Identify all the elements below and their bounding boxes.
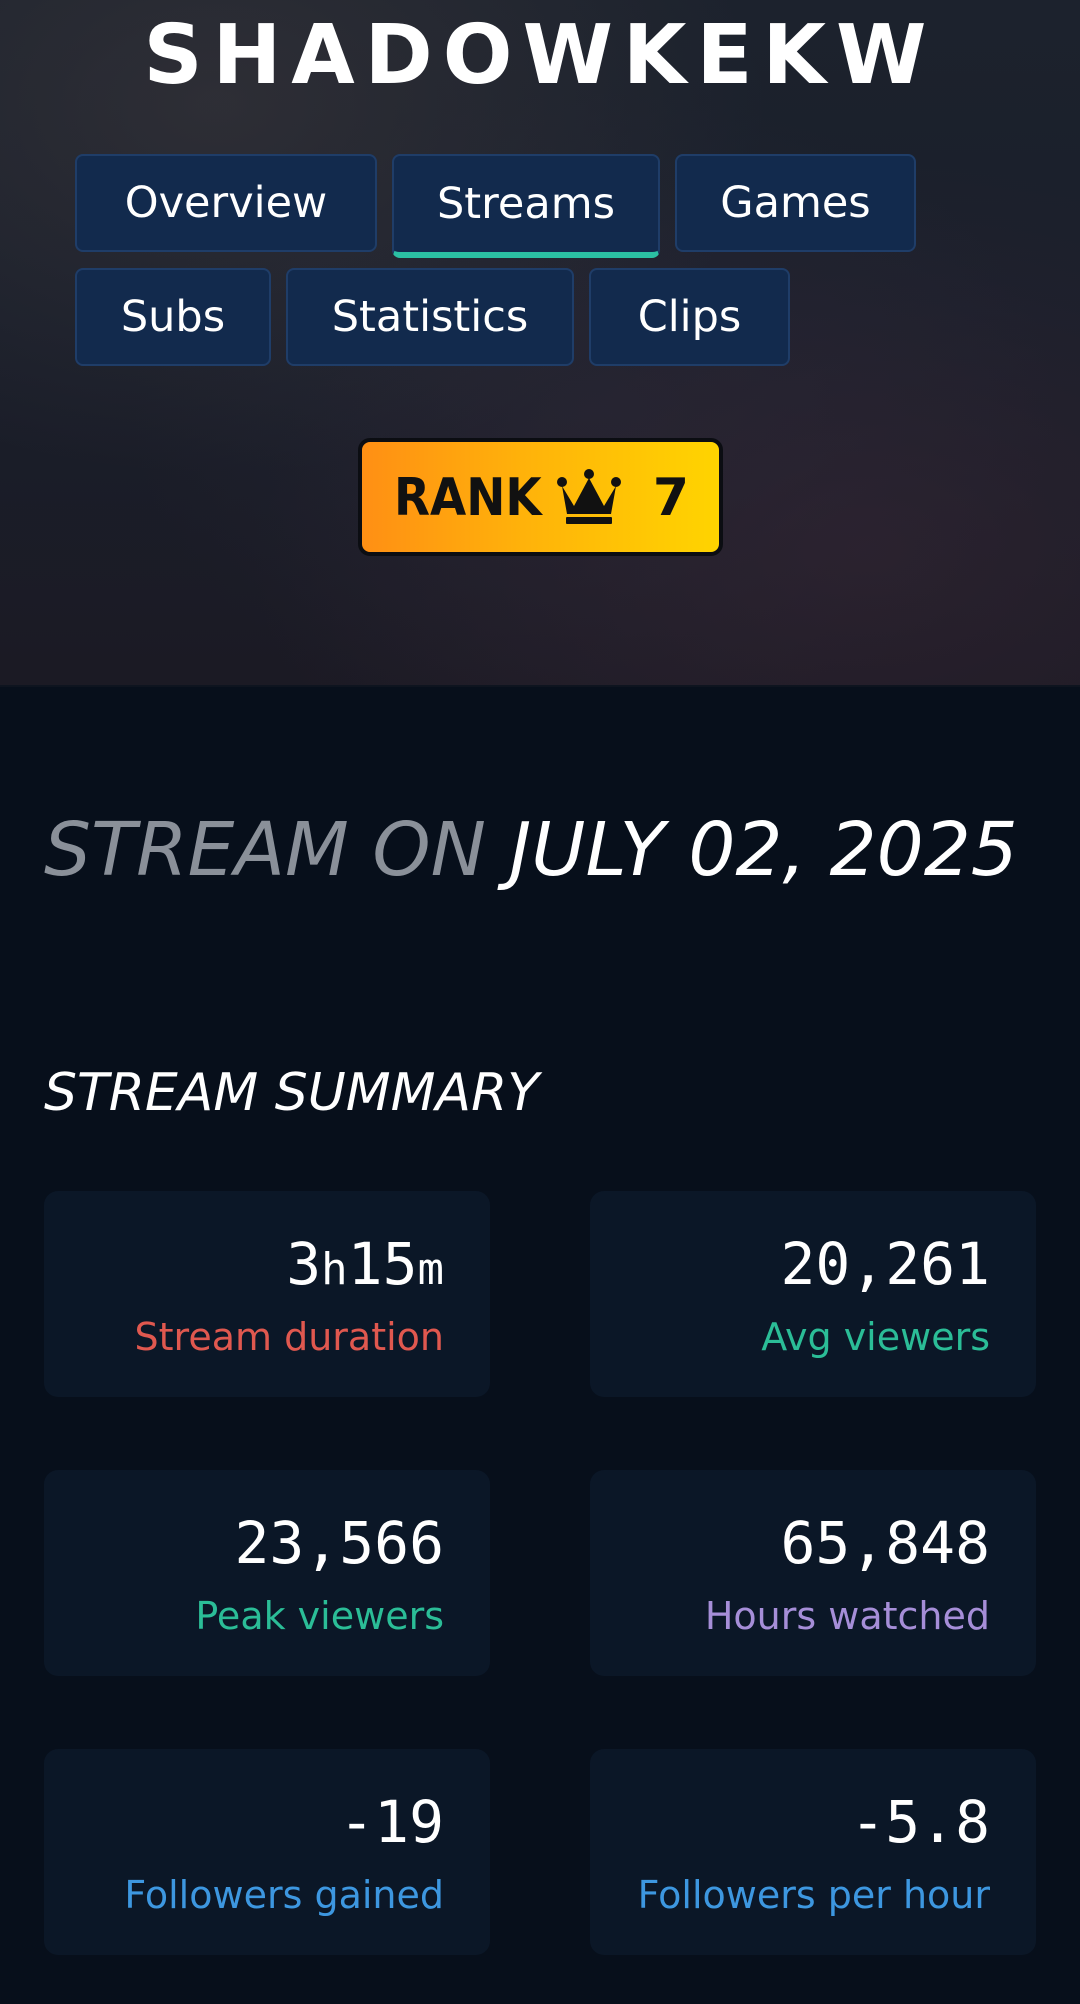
stat-card-hours-watched: 65,848 Hours watched [590,1470,1036,1676]
rank-value: 7 [652,468,689,528]
channel-name: SHADOWKEKW [143,8,937,103]
duration-minutes: 15 [347,1230,418,1298]
stat-label: Avg viewers [761,1315,990,1359]
stat-label: Followers gained [124,1873,444,1917]
stat-value: 20,261 [780,1230,990,1298]
tab-overview[interactable]: Overview [75,154,377,252]
stat-card-avg-viewers: 20,261 Avg viewers [590,1191,1036,1397]
rank-label: RANK [394,468,542,528]
channel-header: SHADOWKEKW Overview Streams Games Subs S… [0,0,1080,687]
tab-streams[interactable]: Streams [392,154,660,258]
rank-badge: RANK 7 [358,438,723,556]
stat-label: Peak viewers [195,1594,444,1638]
stat-card-peak-viewers: 23,566 Peak viewers [44,1470,490,1676]
tab-games[interactable]: Games [675,154,916,252]
crown-icon [557,469,621,524]
stream-date-value: JULY 02, 2025 [509,807,1018,893]
stat-value: 65,848 [780,1509,990,1577]
stat-card-followers-gained: -19 Followers gained [44,1749,490,1955]
stat-card-followers-per-hour: -5.8 Followers per hour [590,1749,1036,1955]
tab-subs[interactable]: Subs [75,268,271,366]
stream-summary-title: STREAM SUMMARY [44,1063,539,1123]
stat-label: Stream duration [134,1315,444,1359]
stream-date-heading: STREAM ON JULY 02, 2025 [44,800,1018,900]
stat-card-stream-duration: 3h15m Stream duration [44,1191,490,1397]
stat-label: Followers per hour [637,1873,990,1917]
stat-value: -19 [339,1788,444,1856]
duration-hours-unit: h [321,1244,348,1295]
duration-minutes-unit: m [417,1244,445,1295]
stream-date-prefix: STREAM ON [44,807,486,893]
stat-value: 3h15m [286,1229,444,1305]
tab-statistics[interactable]: Statistics [286,268,574,366]
tab-clips[interactable]: Clips [589,268,790,366]
duration-hours: 3 [286,1230,322,1298]
stat-label: Hours watched [704,1594,990,1638]
stat-value: -5.8 [850,1788,990,1856]
stat-value: 23,566 [234,1509,444,1577]
